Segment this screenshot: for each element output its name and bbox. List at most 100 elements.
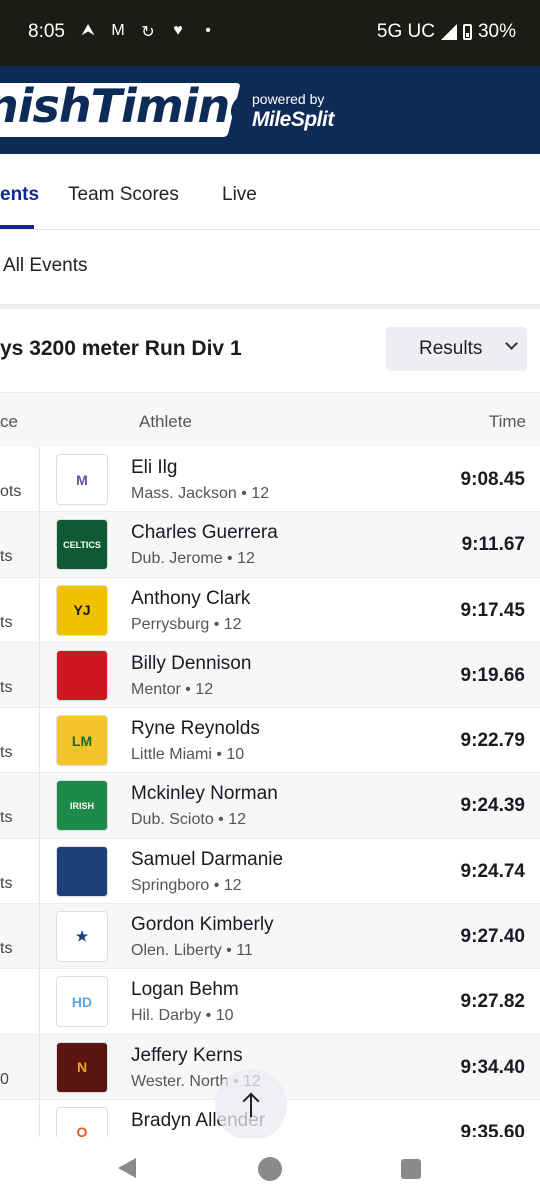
- nav-arrow-icon: ⮝: [81, 22, 95, 39]
- gmail-icon: M: [111, 22, 125, 39]
- battery-icon: [462, 24, 472, 40]
- table-row[interactable]: HD Logan Behm Hil. Darby • 10 9:27.82: [0, 969, 540, 1035]
- athlete-name[interactable]: Samuel Darmanie: [131, 849, 283, 871]
- chevron-down-icon: [505, 337, 518, 350]
- network-label: 5G UC: [376, 21, 435, 42]
- athlete-name[interactable]: Jeffery Kerns: [131, 1045, 243, 1067]
- tab-team-scores[interactable]: Team Scores: [68, 184, 179, 206]
- result-time: 9:24.74: [460, 860, 525, 882]
- column-divider: [39, 838, 40, 904]
- athlete-name[interactable]: Billy Dennison: [131, 653, 251, 675]
- result-time: 9:34.40: [460, 1056, 525, 1078]
- place-cell: ts: [0, 940, 13, 958]
- athlete-name[interactable]: Charles Guerrera: [131, 522, 278, 544]
- site-header: nishTiming powered by MileSplit: [0, 66, 540, 154]
- place-cell: ts: [0, 809, 13, 827]
- status-right: 5G UC 30%: [377, 21, 516, 43]
- active-tab-indicator: [0, 225, 34, 229]
- table-row[interactable]: ts YJ Anthony Clark Perrysburg • 12 9:17.45: [0, 577, 540, 643]
- tab-bar: ents Team Scores Live: [0, 154, 540, 230]
- place-cell: ts: [0, 874, 13, 892]
- results-dropdown[interactable]: Results: [386, 327, 527, 371]
- result-time: 9:27.40: [460, 926, 525, 948]
- back-icon[interactable]: [118, 1158, 136, 1178]
- tab-live[interactable]: Live: [222, 184, 257, 206]
- notification-icons: ⮝ M ↻ ♥ •: [78, 22, 218, 42]
- system-nav-bar: [0, 1138, 540, 1200]
- column-divider: [39, 708, 40, 773]
- status-bar: 8:05 ⮝ M ↻ ♥ • 5G UC 30%: [0, 0, 540, 66]
- place-cell: ts: [0, 678, 13, 696]
- time-header: Time: [488, 412, 526, 431]
- place-cell: ots: [0, 483, 22, 500]
- column-divider: [39, 904, 40, 969]
- place-cell: ts: [0, 744, 13, 762]
- school-logo: O: [56, 1106, 108, 1137]
- column-divider: [39, 1099, 40, 1137]
- finishtiming-logo[interactable]: nishTiming: [0, 79, 262, 139]
- athlete-name[interactable]: Logan Behm: [131, 979, 239, 1001]
- event-title: ys 3200 meter Run Div 1: [0, 337, 242, 360]
- place-cell: ts: [0, 613, 13, 631]
- table-row[interactable]: ts ★ Gordon Kimberly Olen. Liberty • 11 9:27…: [0, 904, 540, 970]
- place-cell: ts: [0, 548, 13, 566]
- iheart-icon: ♥: [173, 22, 183, 39]
- athlete-school-grade: Mentor • 12: [131, 680, 214, 698]
- school-logo: CELTICS: [56, 519, 108, 571]
- athlete-school-grade: Dub. Jerome • 12: [131, 550, 255, 568]
- school-logo: LM: [56, 715, 108, 767]
- athlete-school-grade: Springboro • 12: [131, 876, 242, 894]
- school-logo: ★: [56, 911, 108, 963]
- table-row[interactable]: ts IRISH Mckinley Norman Dub. Scioto • 12 9:…: [0, 773, 540, 839]
- column-divider: [39, 1034, 40, 1099]
- place-header: ce: [0, 412, 18, 431]
- recents-icon[interactable]: [401, 1159, 421, 1179]
- table-row[interactable]: ts LM Ryne Reynolds Little Miami • 10 9:22.7…: [0, 708, 540, 774]
- table-row[interactable]: ts Samuel Darmanie Springboro • 12 9:24.74: [0, 838, 540, 905]
- all-events-label: All Events: [3, 255, 88, 276]
- athlete-school-grade: Perrysburg • 12: [131, 615, 242, 633]
- school-logo: YJ: [56, 584, 108, 636]
- arrow-up-head: [242, 1092, 260, 1110]
- column-divider: [39, 642, 40, 708]
- school-logo: IRISH: [56, 780, 108, 832]
- result-time: 9:17.45: [460, 599, 525, 621]
- results-table-body: ots M Eli Ilg Mass. Jackson • 12 9:08.45 ts CE…: [0, 447, 540, 1137]
- athlete-school-grade: Hil. Darby • 10: [131, 1007, 234, 1025]
- all-events-link[interactable]: All Events: [0, 230, 540, 304]
- status-time: 8:05: [28, 21, 65, 42]
- result-time: 9:35.60: [460, 1121, 525, 1137]
- sync-icon: ↻: [141, 24, 155, 41]
- column-divider: [39, 773, 40, 838]
- athlete-name[interactable]: Ryne Reynolds: [131, 718, 260, 740]
- athlete-name[interactable]: Eli Ilg: [131, 457, 177, 479]
- result-time: 9:27.82: [460, 991, 525, 1013]
- table-row[interactable]: ots M Eli Ilg Mass. Jackson • 12 9:08.45: [0, 447, 540, 513]
- athlete-name[interactable]: Mckinley Norman: [131, 783, 278, 805]
- result-time: 9:22.79: [460, 730, 525, 752]
- athlete-school-grade: Mass. Jackson • 12: [131, 485, 270, 502]
- section-divider: [0, 304, 540, 309]
- athlete-school-grade: Little Miami • 10: [131, 746, 245, 764]
- scroll-to-top-button[interactable]: [215, 1069, 287, 1141]
- place-cell: 0: [0, 1070, 9, 1088]
- school-logo: HD: [56, 976, 108, 1028]
- results-table-header: ce Athlete Time: [0, 392, 540, 447]
- athlete-name[interactable]: Gordon Kimberly: [131, 914, 274, 936]
- logo-text: nishTiming: [0, 79, 262, 133]
- result-time: 9:11.67: [461, 534, 525, 556]
- table-row[interactable]: ts CELTICS Charles Guerrera Dub. Jerome • 1…: [0, 512, 540, 578]
- table-row[interactable]: ts Billy Dennison Mentor • 12 9:19.66: [0, 642, 540, 709]
- athlete-name[interactable]: Anthony Clark: [131, 588, 250, 610]
- place-cell: 1: [0, 1136, 9, 1137]
- tab-events[interactable]: ents: [0, 184, 39, 206]
- dot-icon: •: [205, 22, 211, 39]
- milesplit-logo[interactable]: MileSplit: [252, 108, 334, 132]
- athlete-header: Athlete: [139, 412, 192, 431]
- result-time: 9:08.45: [460, 469, 525, 490]
- home-icon[interactable]: [258, 1157, 282, 1181]
- result-time: 9:24.39: [460, 795, 525, 817]
- athlete-school-grade: Olen. Liberty • 11: [131, 942, 253, 960]
- school-logo: [56, 845, 108, 897]
- result-time: 9:19.66: [460, 664, 525, 686]
